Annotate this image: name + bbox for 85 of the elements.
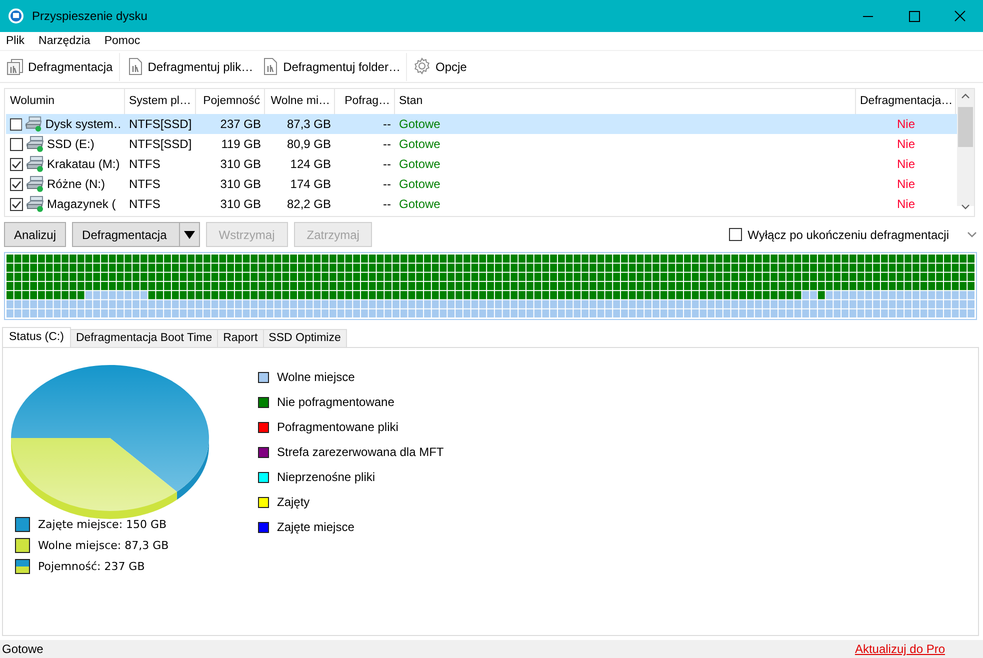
table-cell-text: 80,9 GB — [286, 136, 332, 153]
volume-name: Dysk system… — [45, 116, 122, 133]
app-icon — [8, 8, 24, 24]
toolbar-button[interactable]: Defragmentuj plik… — [122, 55, 258, 78]
table-cell-text: 87,3 GB — [286, 116, 332, 133]
table-cell-text: 174 GB — [289, 176, 332, 193]
drive-icon — [25, 116, 42, 132]
table-cell-text: 310 GB — [219, 156, 262, 173]
table-cell-text: Nie — [896, 196, 916, 213]
table-cell-text: 310 GB — [219, 196, 262, 213]
table-cell-text: NTFS[SSD] — [128, 136, 193, 153]
table-row[interactable]: SSD (E:) NTFS[SSD] 119 GB 80,9 GB -- Gotowe Nie — [6, 134, 957, 154]
checkbox[interactable] — [10, 178, 23, 190]
table-cell-text: -- — [382, 136, 392, 153]
table-cell-text: Nie — [896, 156, 916, 173]
tab[interactable]: Raport — [217, 329, 264, 347]
table-cell-text: -- — [382, 176, 392, 193]
toolbar-button[interactable]: Defragmentuj folder… — [257, 55, 404, 78]
legend-label: Pojemność: 237 GB — [38, 560, 145, 573]
table-cell-text: Gotowe — [398, 156, 442, 173]
tab[interactable]: Status (C:) — [2, 327, 71, 347]
table-cell-text: Gotowe — [398, 196, 442, 213]
settings-icon — [413, 57, 432, 76]
checkbox[interactable] — [10, 158, 23, 170]
table-cell-text: NTFS — [128, 156, 162, 173]
checkbox[interactable] — [10, 118, 22, 130]
table-cell-text: 119 GB — [220, 136, 262, 153]
drive-icon — [26, 156, 44, 172]
table-cell-text: Gotowe — [398, 116, 442, 133]
menu-item[interactable]: Narzędzia — [36, 35, 98, 47]
table-cell-text: 237 GB — [219, 116, 262, 133]
tab[interactable]: Defragmentacja Boot Time — [70, 329, 218, 347]
tab[interactable]: SSD Optimize — [262, 329, 347, 347]
table-cell-text: 82,2 GB — [286, 196, 332, 213]
table-row[interactable]: Krakatau (M:) NTFS 310 GB 124 GB -- Gotowe Nie — [6, 154, 957, 174]
table-cell-text: Nie — [896, 176, 916, 193]
action-button[interactable]: Defragmentacja — [72, 222, 200, 247]
disk-chart-icon — [6, 57, 24, 76]
checkbox-label[interactable]: Wyłącz po ukończeniu defragmentacji — [748, 228, 949, 242]
checkbox[interactable] — [10, 198, 23, 210]
drive-icon — [26, 196, 44, 212]
volume-name: Krakatau (M:) — [47, 156, 120, 173]
checkbox[interactable] — [728, 228, 742, 241]
table-row[interactable]: Dysk system… NTFS[SSD] 237 GB 87,3 GB -- Gotowe Nie — [6, 114, 957, 134]
table-row[interactable]: Różne (N:) NTFS 310 GB 174 GB -- Gotowe Nie — [6, 174, 957, 194]
table-cell-text: NTFS — [128, 196, 162, 213]
table-cell-text: Gotowe — [398, 136, 442, 153]
table-cell-text: Gotowe — [398, 176, 442, 193]
window-title: Przyspieszenie dysku — [32, 9, 148, 23]
table-cell-text: NTFS — [128, 176, 162, 193]
table-cell-text: Nie — [896, 136, 916, 153]
table-row[interactable]: Magazynek ( NTFS 310 GB 82,2 GB -- Gotowe Nie — [6, 194, 957, 214]
legend-label: Pofragmentowane pliki — [277, 420, 398, 434]
menu-item[interactable]: Pomoc — [102, 35, 148, 47]
table-cell-text: 124 GB — [289, 156, 332, 173]
volume-name: Różne (N:) — [47, 176, 106, 193]
document-chart-icon — [261, 57, 280, 76]
legend-label: Nieprzenośne pliki — [277, 470, 376, 484]
upgrade-link[interactable]: Aktualizuj do Pro — [854, 642, 945, 656]
legend-label: Strefa zarezerwowana dla MFT — [277, 445, 444, 459]
table-cell-text: -- — [382, 156, 392, 173]
caret-icon — [184, 230, 195, 240]
table-cell-text: -- — [382, 116, 392, 133]
status-text: Gotowe — [2, 642, 44, 656]
table-cell-text: NTFS[SSD] — [128, 116, 193, 133]
legend-label: Nie pofragmentowane — [277, 395, 394, 409]
drive-icon — [26, 136, 44, 152]
action-button[interactable]: Analizuj — [4, 222, 66, 247]
drive-icon — [26, 176, 44, 192]
legend-label: Zajęty — [277, 495, 310, 509]
legend-swatch — [15, 559, 30, 574]
legend-label: Zajęte miejsce — [277, 520, 354, 534]
table-cell-text: -- — [382, 196, 392, 213]
table-cell-text: Nie — [896, 116, 916, 133]
toolbar-button[interactable]: Defragmentacja — [2, 55, 117, 78]
checkbox[interactable] — [10, 138, 23, 150]
toolbar-button[interactable]: Opcje — [409, 55, 471, 78]
volume-name: Magazynek ( — [47, 196, 116, 213]
volume-name: SSD (E:) — [47, 136, 94, 153]
legend-label: Zajęte miejsce: 150 GB — [38, 518, 167, 531]
legend-label: Wolne miejsce — [277, 370, 355, 384]
menu-item[interactable]: Plik — [4, 35, 33, 47]
chevron-down-icon[interactable] — [967, 230, 977, 238]
legend-label: Wolne miejsce: 87,3 GB — [38, 539, 169, 552]
table-cell-text: 310 GB — [219, 176, 262, 193]
